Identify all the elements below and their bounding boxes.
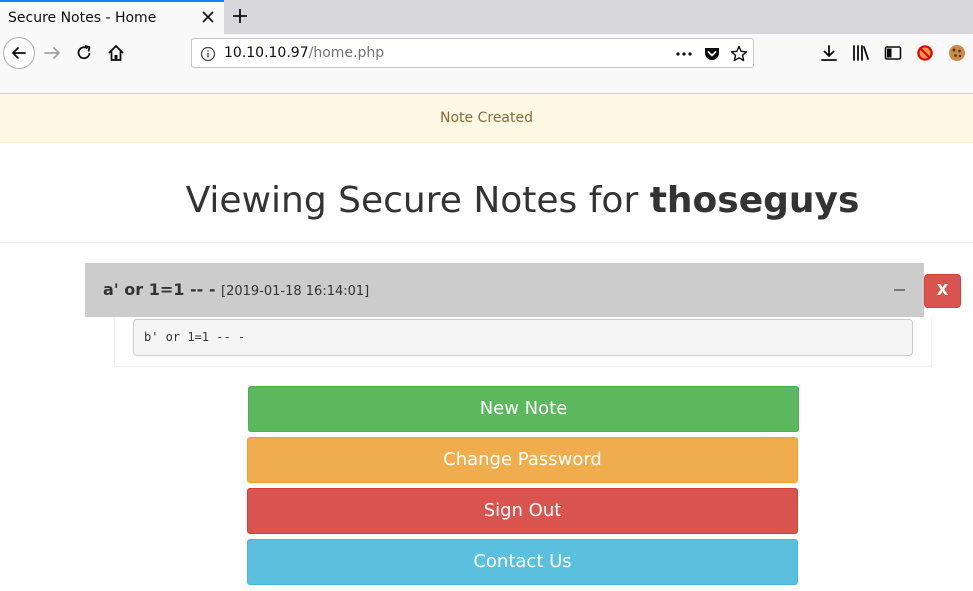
page-title: Viewing Secure Notes for thoseguys <box>0 180 973 221</box>
pocket-icon[interactable] <box>703 45 721 63</box>
note-created-alert: Note Created <box>0 94 973 143</box>
url-host: 10.10.10.97 <box>224 45 309 61</box>
site-info-icon[interactable] <box>200 46 216 62</box>
sidebar-icon[interactable] <box>883 43 903 63</box>
navigation-toolbar: 10.10.10.97/home.php <box>0 34 973 72</box>
page-title-prefix: Viewing Secure Notes for <box>185 180 650 221</box>
note-header[interactable]: a' or 1=1 -- - [2019-01-18 16:14:01] <box>85 263 924 317</box>
home-icon[interactable] <box>106 43 126 63</box>
new-note-button[interactable]: New Note <box>248 386 799 432</box>
url-path: /home.php <box>308 45 385 61</box>
contact-us-button[interactable]: Contact Us <box>247 539 798 585</box>
toolbar-spacer <box>0 72 973 94</box>
blocked-extension-icon[interactable] <box>915 43 935 63</box>
tab-bar: Secure Notes - Home <box>0 0 973 34</box>
cookie-extension-icon[interactable] <box>947 43 967 63</box>
alert-text: Note Created <box>440 110 533 126</box>
browser-tab[interactable]: Secure Notes - Home <box>0 0 224 34</box>
back-arrow-icon <box>12 47 26 59</box>
change-password-button[interactable]: Change Password <box>247 437 798 483</box>
page-actions-icon[interactable] <box>675 45 693 63</box>
reload-icon[interactable] <box>74 43 94 63</box>
minimize-icon[interactable] <box>894 289 905 291</box>
close-tab-icon[interactable] <box>200 9 216 25</box>
library-icon[interactable] <box>851 43 871 63</box>
tab-title: Secure Notes - Home <box>8 10 157 26</box>
url-bar[interactable]: 10.10.10.97/home.php <box>191 38 754 68</box>
note-title: a' or 1=1 -- - [2019-01-18 16:14:01] <box>103 280 369 299</box>
delete-note-button[interactable]: X <box>924 274 961 308</box>
note-title-text: a' or 1=1 -- - <box>103 280 216 299</box>
new-tab-icon[interactable] <box>230 6 250 26</box>
divider <box>0 242 973 243</box>
bookmark-star-icon[interactable] <box>730 45 748 63</box>
forward-arrow-icon[interactable] <box>42 43 62 63</box>
url-text: 10.10.10.97/home.php <box>224 45 384 61</box>
sign-out-button[interactable]: Sign Out <box>247 488 798 534</box>
note-date: [2019-01-18 16:14:01] <box>221 284 370 299</box>
back-button[interactable] <box>3 37 35 69</box>
downloads-icon[interactable] <box>819 43 839 63</box>
page-title-username: thoseguys <box>649 180 860 221</box>
note-body: b' or 1=1 -- - <box>133 319 913 356</box>
